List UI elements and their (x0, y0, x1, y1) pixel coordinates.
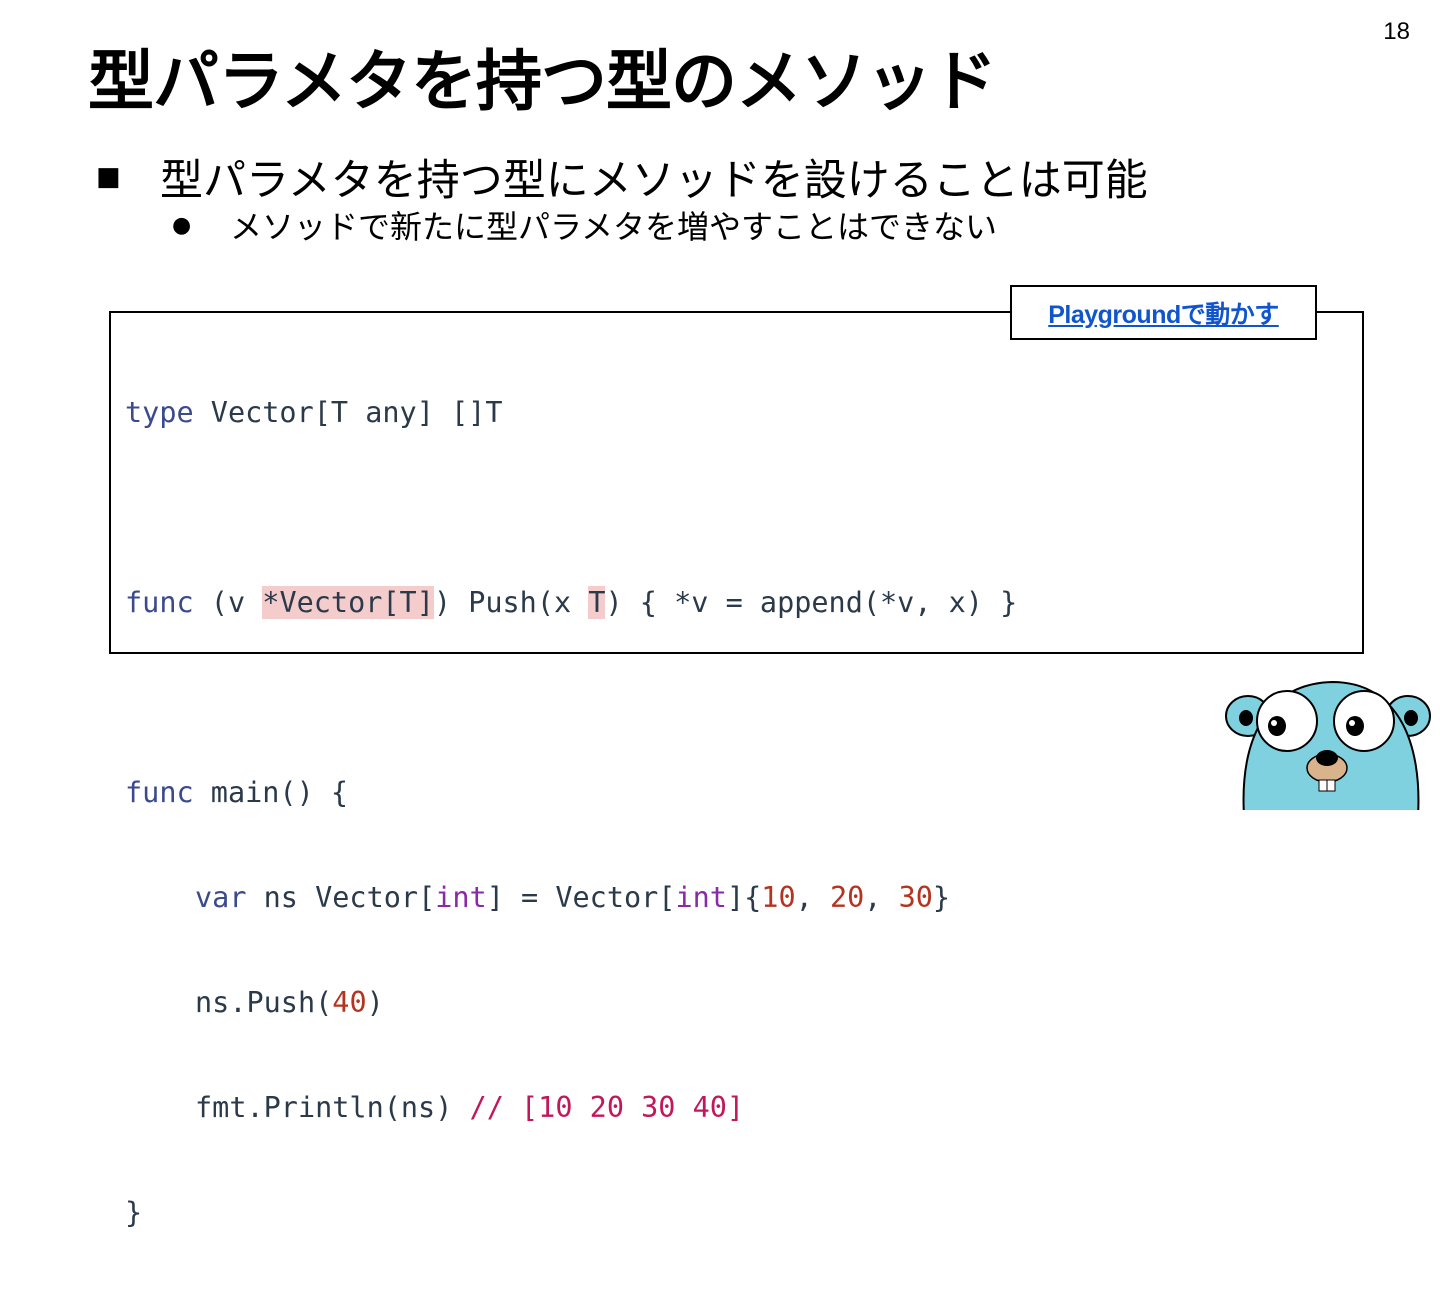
code-line-6: fmt.Println(ns) // [10 20 30 40] (125, 1088, 1017, 1127)
code-line-1: type Vector[T any] []T (125, 393, 1017, 432)
bullet-level2: ● メソッドで新たに型パラメタを増やすことはできない (172, 202, 997, 248)
code-comment: // [10 20 30 40] (469, 1091, 745, 1124)
bullet-level1: ■ 型パラメタを持つ型にメソッドを設けることは可能 (96, 146, 1148, 208)
code-text: ) { *v = append(*v, x) } (605, 586, 1018, 619)
code-text: ] = Vector[ (486, 881, 676, 914)
code-line-3: func main() { (125, 773, 1017, 812)
code-block: type Vector[T any] []T func (v *Vector[T… (109, 311, 1364, 1229)
highlight-receiver-type: *Vector[T] (262, 586, 434, 619)
code-text: , (864, 881, 899, 914)
code-text: Vector[T any] []T (193, 396, 503, 429)
number-literal: 20 (829, 881, 865, 914)
code-line-5: ns.Push(40) (125, 983, 1017, 1022)
code-text: ) (366, 986, 384, 1019)
go-gopher-icon (1225, 680, 1431, 810)
keyword: func (125, 586, 194, 619)
bullet-level2-text: メソッドで新たに型パラメタを増やすことはできない (230, 208, 998, 246)
code-text: (v (193, 586, 263, 619)
code-text: ns.Push( (195, 986, 333, 1019)
number-literal: 30 (898, 881, 933, 914)
code-line-4: var ns Vector[int] = Vector[int]{10, 20,… (125, 878, 1017, 917)
code-text: ) Push(x (433, 586, 589, 619)
slide-number: 18 (1383, 18, 1410, 45)
code-text: fmt.Println(ns) (195, 1091, 470, 1124)
number-literal: 10 (761, 881, 796, 914)
code-line-2: func (v *Vector[T]) Push(x T) { *v = app… (125, 583, 1017, 622)
slide-title: 型パラメタを持つ型のメソッド (88, 43, 997, 120)
code-line-7: } (125, 1193, 1017, 1232)
keyword: func (125, 776, 194, 809)
highlight-param-type: T (588, 586, 606, 619)
code-listing: type Vector[T any] []T func (v *Vector[T… (125, 327, 1017, 1298)
type-name: int (435, 881, 487, 914)
code-text: ]{ (726, 881, 762, 914)
code-text: , (795, 881, 830, 914)
number-literal: 40 (332, 986, 367, 1019)
code-text: ns Vector[ (246, 881, 436, 914)
code-text: } (932, 881, 951, 914)
playground-link-label[interactable]: Playgroundで動かす (1048, 295, 1279, 331)
code-text: main() { (193, 776, 349, 809)
bullet-level1-text: 型パラメタを持つ型にメソッドを設けることは可能 (160, 156, 1148, 206)
keyword: var (195, 881, 247, 914)
code-text: } (125, 1196, 143, 1229)
playground-link-button[interactable]: Playgroundで動かす (1010, 285, 1317, 340)
square-bullet-icon: ■ (96, 162, 121, 192)
dot-bullet-icon: ● (172, 212, 192, 238)
keyword: type (125, 396, 194, 429)
type-name: int (675, 881, 727, 914)
